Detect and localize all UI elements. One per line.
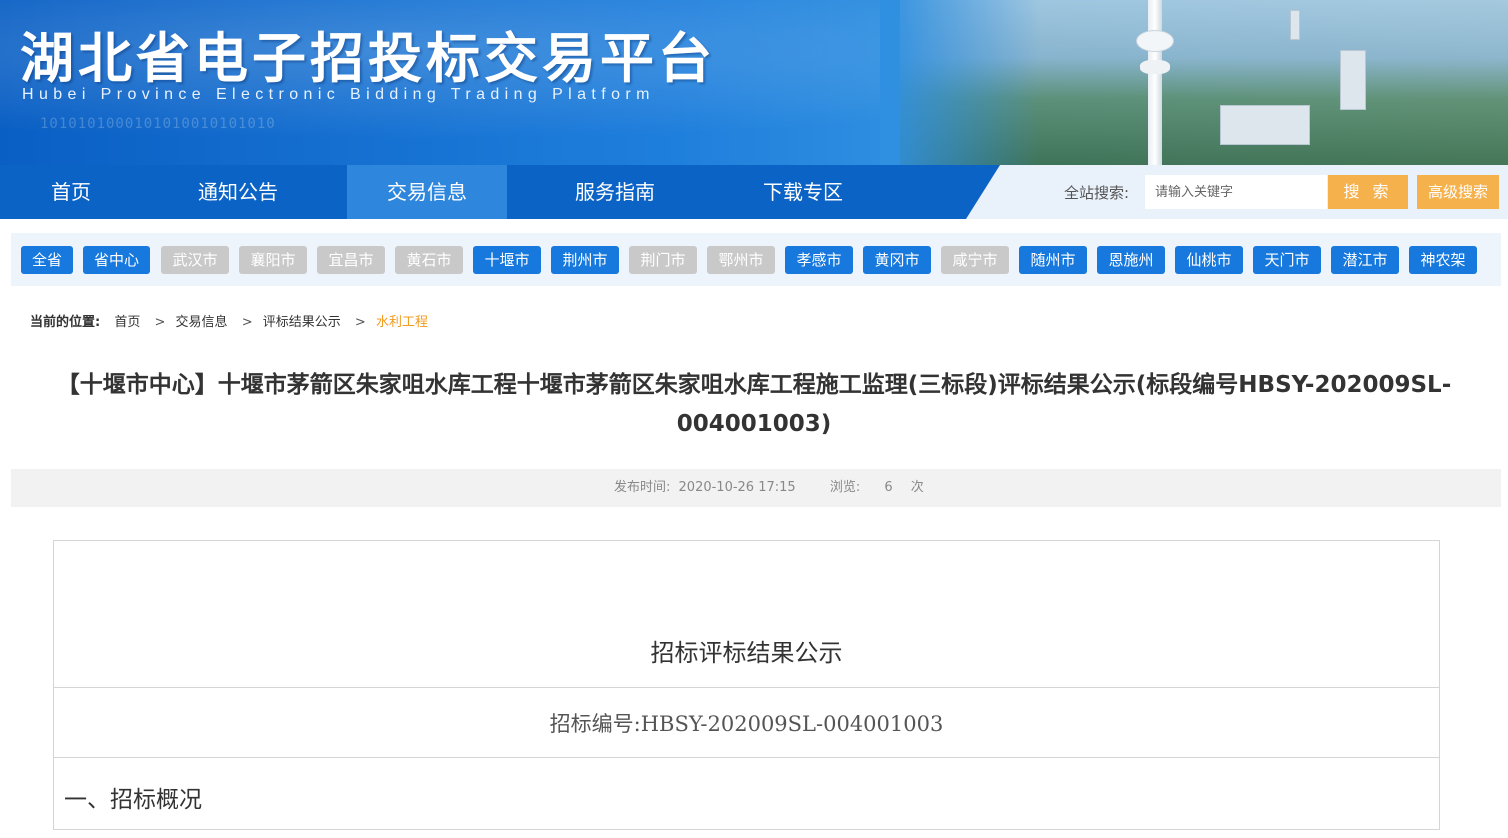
breadcrumb-home[interactable]: 首页 (114, 315, 140, 330)
document-table: 招标评标结果公示 招标编号:HBSY-202009SL-004001003 一、… (53, 540, 1440, 830)
region-jingzhou[interactable]: 荆州市 (551, 246, 619, 274)
region-xiangyang[interactable]: 襄阳市 (239, 246, 307, 274)
region-huanggang[interactable]: 黄冈市 (863, 246, 931, 274)
search-input[interactable] (1145, 175, 1327, 209)
region-suizhou[interactable]: 随州市 (1019, 246, 1087, 274)
nav-item-service-guide[interactable]: 服务指南 (520, 165, 710, 219)
views-label: 浏览: (829, 480, 861, 495)
city-image-fade (880, 0, 1040, 165)
breadcrumb: 当前的位置: 首页 > 交易信息 > 评标结果公示 > 水利工程 (30, 311, 432, 330)
search-button[interactable]: 搜 索 (1328, 175, 1408, 209)
document-section-heading: 一、招标概况 (64, 787, 202, 813)
article-meta: 发布时间: 2020-10-26 17:15 浏览: 6 次 (11, 469, 1501, 507)
breadcrumb-separator: > (154, 315, 166, 330)
region-yichang[interactable]: 宜昌市 (317, 246, 385, 274)
region-huangshi[interactable]: 黄石市 (395, 246, 463, 274)
main-navbar: 首页 通知公告 交易信息 服务指南 下载专区 全站搜索: 搜 索 高级搜索 (0, 165, 1508, 219)
publish-time-label: 发布时间: (614, 480, 671, 495)
region-xianning[interactable]: 咸宁市 (941, 246, 1009, 274)
region-shennongjia[interactable]: 神农架 (1409, 246, 1477, 274)
breadcrumb-separator: > (241, 315, 253, 330)
document-section-row: 一、招标概况 (54, 758, 1439, 838)
document-bid-code: 招标编号:HBSY-202009SL-004001003 (549, 712, 944, 736)
article-title: 【十堰市中心】十堰市茅箭区朱家咀水库工程十堰市茅箭区朱家咀水库工程施工监理(三标… (56, 372, 1452, 437)
nav-item-trading-info[interactable]: 交易信息 (347, 165, 507, 219)
document-heading-row: 招标评标结果公示 (54, 541, 1439, 688)
city-building (1290, 10, 1300, 40)
region-jingmen[interactable]: 荆门市 (629, 246, 697, 274)
views-count: 6 (884, 480, 893, 495)
region-xiaogan[interactable]: 孝感市 (785, 246, 853, 274)
nav-item-home[interactable]: 首页 (0, 165, 142, 219)
region-ezhou[interactable]: 鄂州市 (707, 246, 775, 274)
site-banner: 1010101000101010010101010 湖北省电子招投标交易平台 H… (0, 0, 1508, 165)
site-subtitle: Hubei Province Electronic Bidding Tradin… (22, 86, 655, 103)
views-unit: 次 (910, 480, 924, 495)
region-filter-bar: 全省 省中心 武汉市 襄阳市 宜昌市 黄石市 十堰市 荆州市 荆门市 鄂州市 孝… (11, 233, 1501, 286)
breadcrumb-label: 当前的位置: (30, 315, 101, 330)
region-qianjiang[interactable]: 潜江市 (1331, 246, 1399, 274)
document-code-row: 招标编号:HBSY-202009SL-004001003 (54, 688, 1439, 758)
region-tianmen[interactable]: 天门市 (1253, 246, 1321, 274)
city-building (1340, 50, 1366, 110)
tv-tower (1148, 0, 1162, 165)
site-title: 湖北省电子招投标交易平台 (20, 27, 716, 90)
breadcrumb-trading-info[interactable]: 交易信息 (176, 315, 228, 330)
banner-binary-decor: 1010101000101010010101010 (40, 116, 276, 132)
nav-item-downloads[interactable]: 下载专区 (710, 165, 896, 219)
breadcrumb-separator: > (354, 315, 366, 330)
region-xiantao[interactable]: 仙桃市 (1175, 246, 1243, 274)
region-shengzhongxin[interactable]: 省中心 (83, 246, 150, 274)
search-label: 全站搜索: (1064, 184, 1130, 202)
breadcrumb-evaluation-results[interactable]: 评标结果公示 (263, 315, 341, 330)
publish-time: 2020-10-26 17:15 (678, 480, 796, 495)
city-building (1220, 105, 1310, 145)
breadcrumb-current[interactable]: 水利工程 (376, 315, 428, 330)
nav-item-notices[interactable]: 通知公告 (142, 165, 334, 219)
document-heading: 招标评标结果公示 (650, 639, 843, 667)
region-shiyan[interactable]: 十堰市 (473, 246, 541, 274)
tv-tower-ring (1140, 60, 1170, 74)
region-quansheng[interactable]: 全省 (21, 246, 73, 274)
tv-tower-pod (1136, 30, 1174, 52)
region-enshi[interactable]: 恩施州 (1097, 246, 1165, 274)
advanced-search-button[interactable]: 高级搜索 (1417, 175, 1499, 209)
region-wuhan[interactable]: 武汉市 (161, 246, 229, 274)
